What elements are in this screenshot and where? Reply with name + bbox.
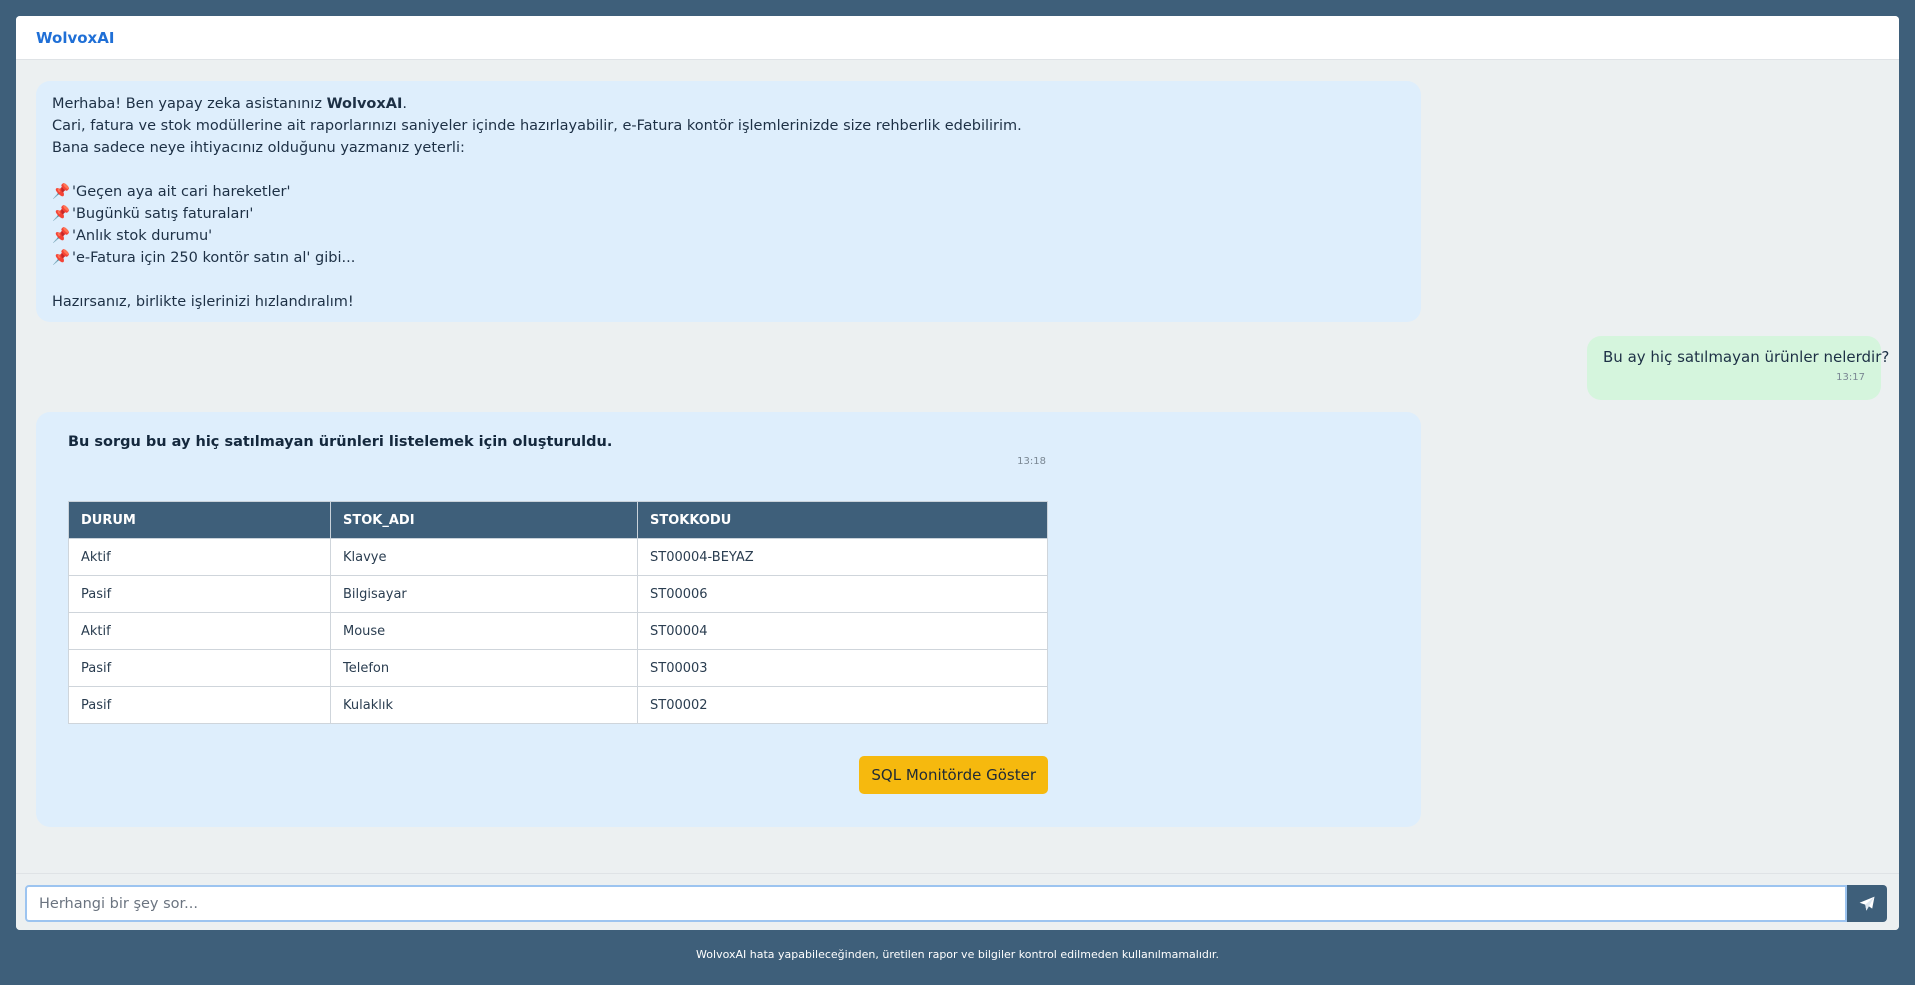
table-row: Pasif Bilgisayar ST00006 (68, 575, 1048, 613)
app-window: WolvoxAI Merhaba! Ben yapay zeka asistan… (16, 16, 1899, 930)
cell-durum: Aktif (68, 538, 331, 576)
brand-logo: WolvoxAI (36, 28, 115, 47)
cell-stokkodu: ST00003 (637, 649, 1048, 687)
welcome-greeting: Merhaba! Ben yapay zeka asistanınız Wolv… (52, 93, 1405, 115)
greeting-suffix: . (402, 96, 407, 112)
cell-stok-adi: Kulaklık (330, 686, 638, 724)
cell-stokkodu: ST00006 (637, 575, 1048, 613)
pushpin-icon: 📌 (52, 184, 71, 200)
cell-stok-adi: Klavye (330, 538, 638, 576)
column-header-stok-adi: STOK_ADI (330, 501, 638, 539)
cell-stok-adi: Bilgisayar (330, 575, 638, 613)
footer-disclaimer: WolvoxAI hata yapabileceğinden, üretilen… (696, 948, 1219, 961)
pushpin-icon: 📌 (52, 228, 71, 244)
example-item: 📌 'Anlık stok durumu' (52, 225, 1405, 247)
welcome-closing: Hazırsanız, birlikte işlerinizi hızlandı… (52, 294, 354, 310)
result-table: DURUM STOK_ADI STOKKODU Aktif Klavye ST0… (68, 501, 1048, 724)
answer-title: Bu sorgu bu ay hiç satılmayan ürünleri l… (68, 434, 613, 450)
example-text: 'Bugünkü satış faturaları' (72, 206, 254, 222)
chat-input[interactable] (25, 885, 1847, 922)
cell-stok-adi: Mouse (330, 612, 638, 650)
user-message: Bu ay hiç satılmayan ürünler nelerdir? 1… (1587, 336, 1890, 400)
example-item: 📌 'Bugünkü satış faturaları' (52, 203, 1405, 225)
answer-actions: SQL Monitörde Göster (68, 756, 1048, 794)
user-message-time: 13:17 (1836, 372, 1865, 383)
pushpin-icon: 📌 (52, 250, 71, 266)
cell-stok-adi: Telefon (330, 649, 638, 687)
answer-time: 13:18 (1017, 456, 1046, 467)
greeting-text: Merhaba! Ben yapay zeka asistanınız (52, 96, 327, 112)
column-header-stokkodu: STOKKODU (637, 501, 1048, 539)
cell-durum: Aktif (68, 612, 331, 650)
answer-header: Bu sorgu bu ay hiç satılmayan ürünleri l… (68, 434, 1046, 467)
cell-stokkodu: ST00002 (637, 686, 1048, 724)
header: WolvoxAI (16, 16, 1899, 60)
table-header-row: DURUM STOK_ADI STOKKODU (68, 501, 1048, 539)
example-text: 'e-Fatura için 250 kontör satın al' gibi… (72, 250, 356, 266)
sql-monitor-button[interactable]: SQL Monitörde Göster (859, 756, 1048, 794)
example-text: 'Anlık stok durumu' (72, 228, 213, 244)
table-row: Aktif Klavye ST00004-BEYAZ (68, 538, 1048, 576)
answer-message: Bu sorgu bu ay hiç satılmayan ürünleri l… (36, 412, 1421, 827)
cell-durum: Pasif (68, 686, 331, 724)
table-row: Aktif Mouse ST00004 (68, 612, 1048, 650)
welcome-line-3: Bana sadece neye ihtiyacınız olduğunu ya… (52, 140, 465, 156)
send-button[interactable] (1847, 885, 1887, 922)
cell-durum: Pasif (68, 575, 331, 613)
welcome-message: Merhaba! Ben yapay zeka asistanınız Wolv… (36, 81, 1421, 322)
user-message-text: Bu ay hiç satılmayan ürünler nelerdir? (1603, 348, 1890, 366)
chat-area[interactable]: Merhaba! Ben yapay zeka asistanınız Wolv… (16, 60, 1899, 871)
column-header-durum: DURUM (68, 501, 331, 539)
table-row: Pasif Telefon ST00003 (68, 649, 1048, 687)
table-row: Pasif Kulaklık ST00002 (68, 686, 1048, 724)
paper-plane-icon (1859, 896, 1875, 911)
welcome-line-2: Cari, fatura ve stok modüllerine ait rap… (52, 118, 1022, 134)
pushpin-icon: 📌 (52, 206, 71, 222)
greeting-name: WolvoxAI (326, 96, 403, 112)
example-item: 📌'e-Fatura için 250 kontör satın al' gib… (52, 247, 1405, 269)
example-item: 📌 'Geçen aya ait cari hareketler' (52, 181, 1405, 203)
composer (16, 873, 1899, 930)
example-text: 'Geçen aya ait cari hareketler' (72, 184, 291, 200)
cell-durum: Pasif (68, 649, 331, 687)
cell-stokkodu: ST00004-BEYAZ (637, 538, 1048, 576)
cell-stokkodu: ST00004 (637, 612, 1048, 650)
